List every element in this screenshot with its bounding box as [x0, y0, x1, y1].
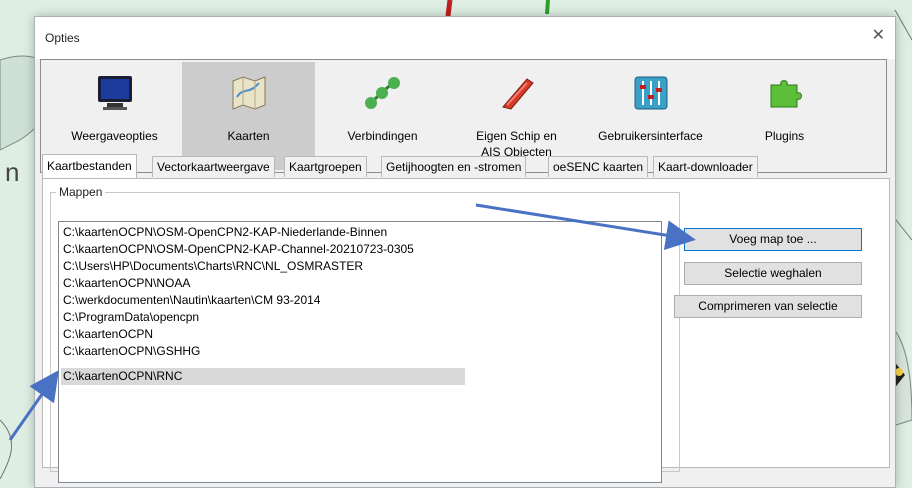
connections-icon [364, 77, 400, 109]
list-item[interactable]: C:\kaartenOCPN [61, 326, 155, 343]
folders-list[interactable]: C:\kaartenOCPN\OSM-OpenCPN2-KAP-Niederla… [58, 221, 662, 483]
sliders-icon [634, 76, 667, 110]
tab-chart-groups[interactable]: Kaartgroepen [284, 156, 367, 177]
toolbar-item-connections[interactable]: Verbindingen [316, 62, 449, 170]
tab-vector-display[interactable]: Vectorkaartweergave [152, 156, 275, 177]
add-folder-button[interactable]: Voeg map toe ... [684, 228, 862, 251]
monitor-icon [97, 76, 132, 110]
toolbar-label: Kaarten [227, 129, 270, 143]
remove-selection-button[interactable]: Selectie weghalen [684, 262, 862, 285]
toolbar-item-own-ship[interactable]: Eigen Schip en AIS Objecten [450, 62, 583, 170]
close-icon[interactable]: ✕ [872, 25, 885, 45]
toolbar-item-charts[interactable]: Kaarten [182, 62, 315, 170]
toolbar-label: Gebruikersinterface [598, 129, 703, 143]
compress-selection-button[interactable]: Comprimeren van selectie [674, 295, 862, 318]
folders-group-label: Mappen [56, 185, 106, 199]
toolbar-label: Weergaveopties [71, 129, 158, 143]
ship-icon [501, 78, 534, 110]
list-item[interactable]: C:\Users\HP\Documents\Charts\RNC\NL_OSMR… [61, 258, 365, 275]
toolbar-item-user-interface[interactable]: Gebruikersinterface [584, 62, 717, 170]
list-item-selected[interactable]: C:\kaartenOCPN\RNC [61, 368, 465, 385]
title-bar: Opties ✕ [35, 17, 895, 59]
tab-strip: Kaartbestanden Vectorkaartweergave Kaart… [42, 154, 892, 178]
toolbar-item-plugins[interactable]: Plugins [718, 62, 851, 170]
toolbar-label: Verbindingen [347, 129, 418, 143]
list-item[interactable]: C:\werkdocumenten\Nautin\kaarten\CM 93-2… [61, 292, 322, 309]
tab-chart-downloader[interactable]: Kaart-downloader [653, 156, 758, 177]
map-icon [232, 76, 265, 110]
list-item[interactable]: C:\kaartenOCPN\NOAA [61, 275, 192, 292]
tab-oesenc-charts[interactable]: oeSENC kaarten [548, 156, 649, 177]
list-item[interactable]: C:\kaartenOCPN\OSM-OpenCPN2-KAP-Niederla… [61, 224, 389, 241]
list-item[interactable]: C:\kaartenOCPN\GSHHG [61, 343, 202, 360]
tab-chart-files[interactable]: Kaartbestanden [42, 154, 137, 178]
list-item[interactable]: C:\kaartenOCPN\OSM-OpenCPN2-KAP-Channel-… [61, 241, 416, 258]
puzzle-icon [770, 80, 802, 108]
window-title: Opties [45, 31, 80, 45]
tab-tides-currents[interactable]: Getijhoogten en -stromen [381, 156, 527, 177]
background-text-fragment: n [5, 157, 20, 187]
toolbar-label: Plugins [764, 129, 805, 143]
list-item[interactable]: C:\ProgramData\opencpn [61, 309, 201, 326]
